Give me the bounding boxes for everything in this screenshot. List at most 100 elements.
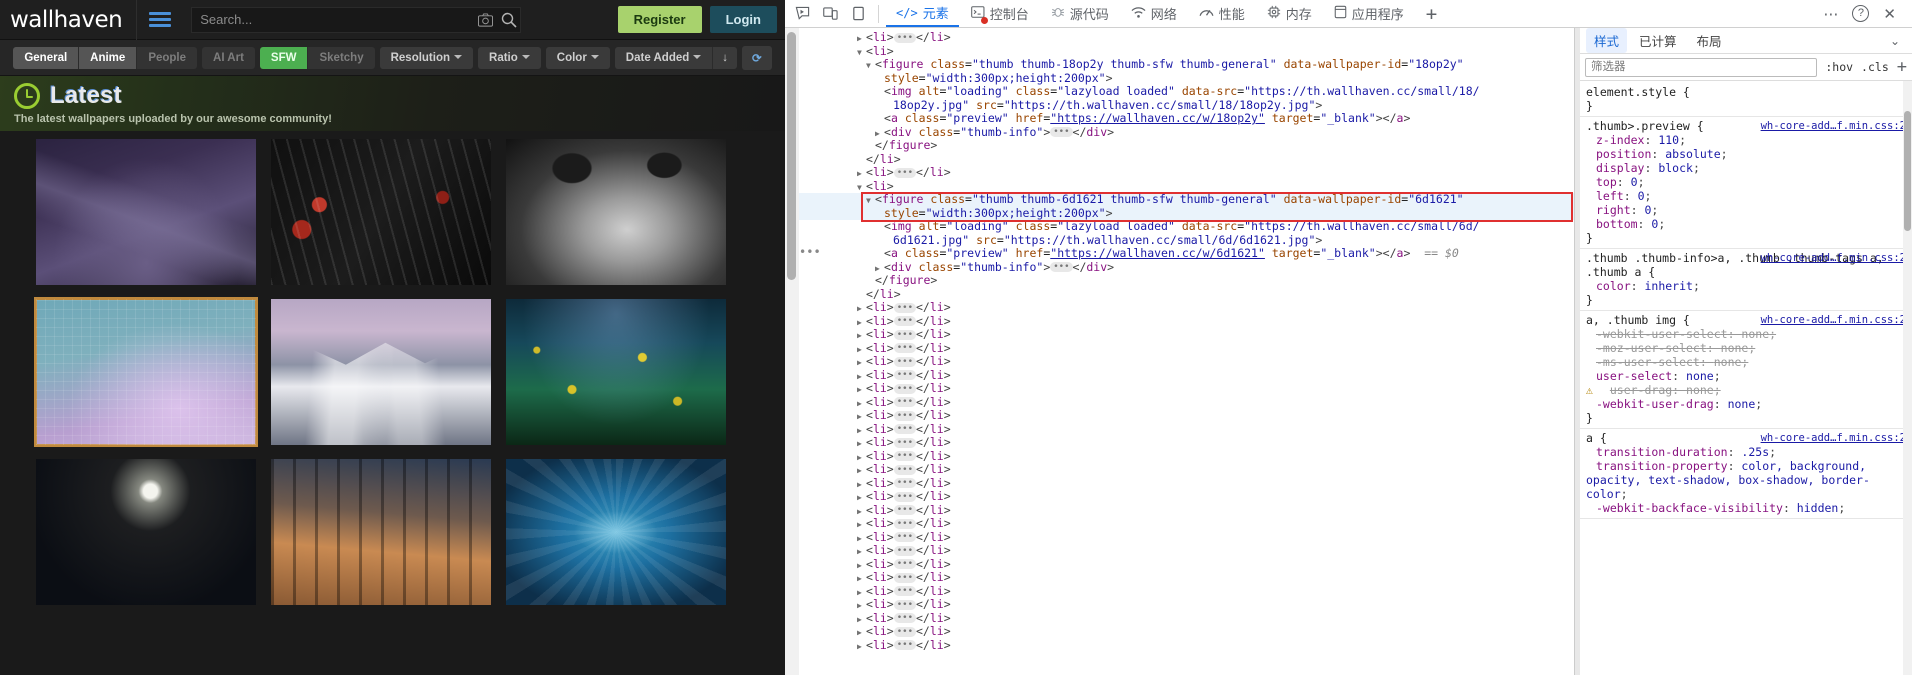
css-declaration[interactable]: z-index: 110; xyxy=(1586,133,1906,147)
css-declaration[interactable]: -webkit-user-drag: none; xyxy=(1586,397,1906,411)
expand-triangle-icon[interactable]: ▶ xyxy=(857,410,866,424)
styles-scrollbar-thumb[interactable] xyxy=(1904,111,1911,231)
css-value[interactable]: none xyxy=(1686,369,1714,383)
chevron-down-icon[interactable]: ⌄ xyxy=(1890,34,1906,48)
css-declaration[interactable]: -webkit-backface-visibility: hidden; xyxy=(1586,501,1906,515)
dom-node-row[interactable]: ▶ <li> ••• </li> xyxy=(799,611,1574,627)
color-dropdown[interactable]: Color xyxy=(545,46,610,69)
filter-general[interactable]: General xyxy=(13,46,80,69)
css-rule-source-link[interactable]: wh-core-add…f.min.css:2 xyxy=(1761,251,1906,265)
css-declaration[interactable]: -webkit-user-select: none; xyxy=(1586,327,1906,341)
css-property[interactable]: -webkit-user-drag xyxy=(1586,397,1714,411)
expand-triangle-icon[interactable]: ▶ xyxy=(857,464,866,478)
dom-node-row[interactable]: <img alt="loading" class="lazyload loade… xyxy=(799,84,1574,99)
dom-node-row[interactable]: ▶ <li> ••• </li> xyxy=(799,503,1574,519)
css-value[interactable]: 0 xyxy=(1631,175,1638,189)
expand-triangle-icon[interactable]: ▶ xyxy=(857,559,866,573)
dom-scrollbar[interactable] xyxy=(785,28,799,675)
dom-node-row[interactable]: </li> xyxy=(799,152,1574,167)
css-declaration[interactable]: -moz-user-select: none; xyxy=(1586,341,1906,355)
css-property[interactable]: left xyxy=(1586,189,1624,203)
expand-triangle-icon[interactable]: ▶ xyxy=(857,545,866,559)
dom-node-row[interactable]: ▶ <li> ••• </li> xyxy=(799,300,1574,315)
dom-node-row[interactable]: 18op2y.jpg" src="https://th.wallhaven.cc… xyxy=(799,98,1574,113)
expand-triangle-icon[interactable]: ▶ xyxy=(857,572,866,586)
expand-triangle-icon[interactable]: ▶ xyxy=(857,32,866,46)
css-value[interactable]: .25s xyxy=(1741,445,1769,459)
register-button[interactable]: Register xyxy=(617,6,702,33)
dom-node-row[interactable]: ▶ <li> ••• </li> xyxy=(799,489,1574,505)
css-value[interactable]: 110 xyxy=(1658,133,1679,147)
dom-scrollbar-thumb[interactable] xyxy=(787,32,796,280)
css-declaration[interactable]: right: 0; xyxy=(1586,203,1906,217)
wallpaper-thumb[interactable] xyxy=(36,459,256,605)
tab-elements[interactable]: </> 元素 xyxy=(886,0,959,27)
device-toggle-icon[interactable] xyxy=(817,1,843,27)
css-declaration[interactable]: top: 0; xyxy=(1586,175,1906,189)
css-value[interactable]: none xyxy=(1686,383,1714,397)
dom-node-row[interactable]: ▶ <li> ••• </li> xyxy=(799,570,1574,586)
camera-icon[interactable] xyxy=(478,12,494,27)
css-rule[interactable]: wh-core-add…f.min.css:2 a, .thumb img {-w… xyxy=(1580,311,1912,429)
expand-triangle-icon[interactable]: ▶ xyxy=(857,505,866,519)
tab-computed[interactable]: 已计算 xyxy=(1631,28,1685,53)
dom-node-row[interactable]: <img alt="loading" class="lazyload loade… xyxy=(799,219,1574,234)
expand-triangle-icon[interactable]: ▶ xyxy=(857,383,866,397)
dom-node-row[interactable]: 6d1621.jpg" src="https://th.wallhaven.cc… xyxy=(799,233,1574,248)
expand-triangle-icon[interactable]: ▶ xyxy=(857,491,866,505)
css-property[interactable]: right xyxy=(1586,203,1631,217)
dom-node-row[interactable]: ▶ <li> ••• </li> xyxy=(799,314,1574,330)
new-style-rule-button[interactable]: + xyxy=(1897,59,1907,76)
css-property[interactable]: -moz-user-select xyxy=(1586,341,1707,355)
expand-triangle-icon[interactable]: ▶ xyxy=(857,640,866,654)
collapse-triangle-icon[interactable]: ▼ xyxy=(857,46,866,60)
css-property[interactable]: user-select xyxy=(1586,369,1672,383)
dom-node-row[interactable]: ▶ <li> ••• </li> xyxy=(799,354,1574,369)
wallpaper-thumb[interactable] xyxy=(271,139,491,285)
date-added-dropdown-button[interactable]: Date Added xyxy=(614,46,714,69)
ratio-dropdown-button[interactable]: Ratio xyxy=(478,46,541,69)
css-value[interactable]: block xyxy=(1658,161,1693,175)
dom-tree[interactable]: ▶ <li> ••• </li> ▼ <li> ▼ <figure class="thumb … xyxy=(799,28,1574,675)
css-declaration[interactable]: display: block; xyxy=(1586,161,1906,175)
dom-node-row[interactable]: ▼ <li> xyxy=(799,44,1574,60)
dom-node-row[interactable]: style="width:300px;height:200px"> xyxy=(799,71,1574,86)
more-options-icon[interactable]: ⋯ xyxy=(1823,5,1838,23)
tab-network[interactable]: 网络 xyxy=(1121,0,1187,27)
dom-node-row[interactable]: ▶ <li> ••• </li> xyxy=(799,381,1574,397)
css-declaration[interactable]: -ms-user-select: none; xyxy=(1586,355,1906,369)
expand-triangle-icon[interactable]: ▶ xyxy=(857,586,866,600)
expand-triangle-icon[interactable]: ▶ xyxy=(857,316,866,330)
help-icon[interactable]: ? xyxy=(1852,5,1870,22)
dom-node-row[interactable]: ▶ <li> ••• </li> xyxy=(799,408,1574,424)
css-declaration[interactable]: color: inherit; xyxy=(1586,279,1906,293)
css-rule-source-link[interactable]: wh-core-add…f.min.css:2 xyxy=(1761,119,1906,133)
css-value[interactable]: none xyxy=(1728,397,1756,411)
dom-node-row[interactable]: ▼ <figure class="thumb thumb-6d1621 thumb… xyxy=(799,192,1574,207)
dom-node-row[interactable]: ▼ <li> xyxy=(799,179,1574,194)
css-declaration[interactable]: position: absolute; xyxy=(1586,147,1906,161)
wallpaper-thumb[interactable] xyxy=(506,299,726,445)
css-value[interactable]: inherit xyxy=(1644,279,1692,293)
dom-node-row[interactable]: ▶ <li> ••• </li> xyxy=(799,584,1574,600)
expand-triangle-icon[interactable]: ▶ xyxy=(857,343,866,357)
expand-triangle-icon[interactable]: ▶ xyxy=(857,329,866,343)
dom-node-row[interactable]: ▶ <li> ••• </li> xyxy=(799,327,1574,343)
hover-state-toggle[interactable]: :hov xyxy=(1825,60,1853,74)
dom-node-row[interactable]: ▼ <figure class="thumb thumb-18op2y thumb… xyxy=(799,57,1574,72)
css-rule[interactable]: wh-core-add…f.min.css:2 .thumb>.preview {… xyxy=(1580,117,1912,249)
dom-node-row[interactable]: ▶ <li> ••• </li> xyxy=(799,368,1574,384)
refresh-icon[interactable]: ⟳ xyxy=(742,45,772,70)
dom-node-row[interactable]: ▶ <li> ••• </li> xyxy=(799,435,1574,450)
dom-node-row[interactable]: ▶ <li> ••• </li> xyxy=(799,557,1574,573)
css-property[interactable]: position xyxy=(1586,147,1651,161)
tab-application[interactable]: 应用程序 xyxy=(1324,0,1414,27)
css-rule[interactable]: wh-core-add…f.min.css:2 .thumb .thumb-inf… xyxy=(1580,249,1912,311)
css-rule-source-link[interactable]: wh-core-add…f.min.css:2 xyxy=(1761,313,1906,327)
expand-triangle-icon[interactable]: ▶ xyxy=(857,613,866,627)
dom-node-row[interactable]: ▶ <li> ••• </li> xyxy=(799,422,1574,437)
expand-triangle-icon[interactable]: ▶ xyxy=(857,370,866,384)
css-declaration[interactable]: ⚠ user-drag: none; xyxy=(1586,383,1906,397)
expand-triangle-icon[interactable]: ▶ xyxy=(857,478,866,492)
css-property[interactable]: transition-duration xyxy=(1586,445,1728,459)
